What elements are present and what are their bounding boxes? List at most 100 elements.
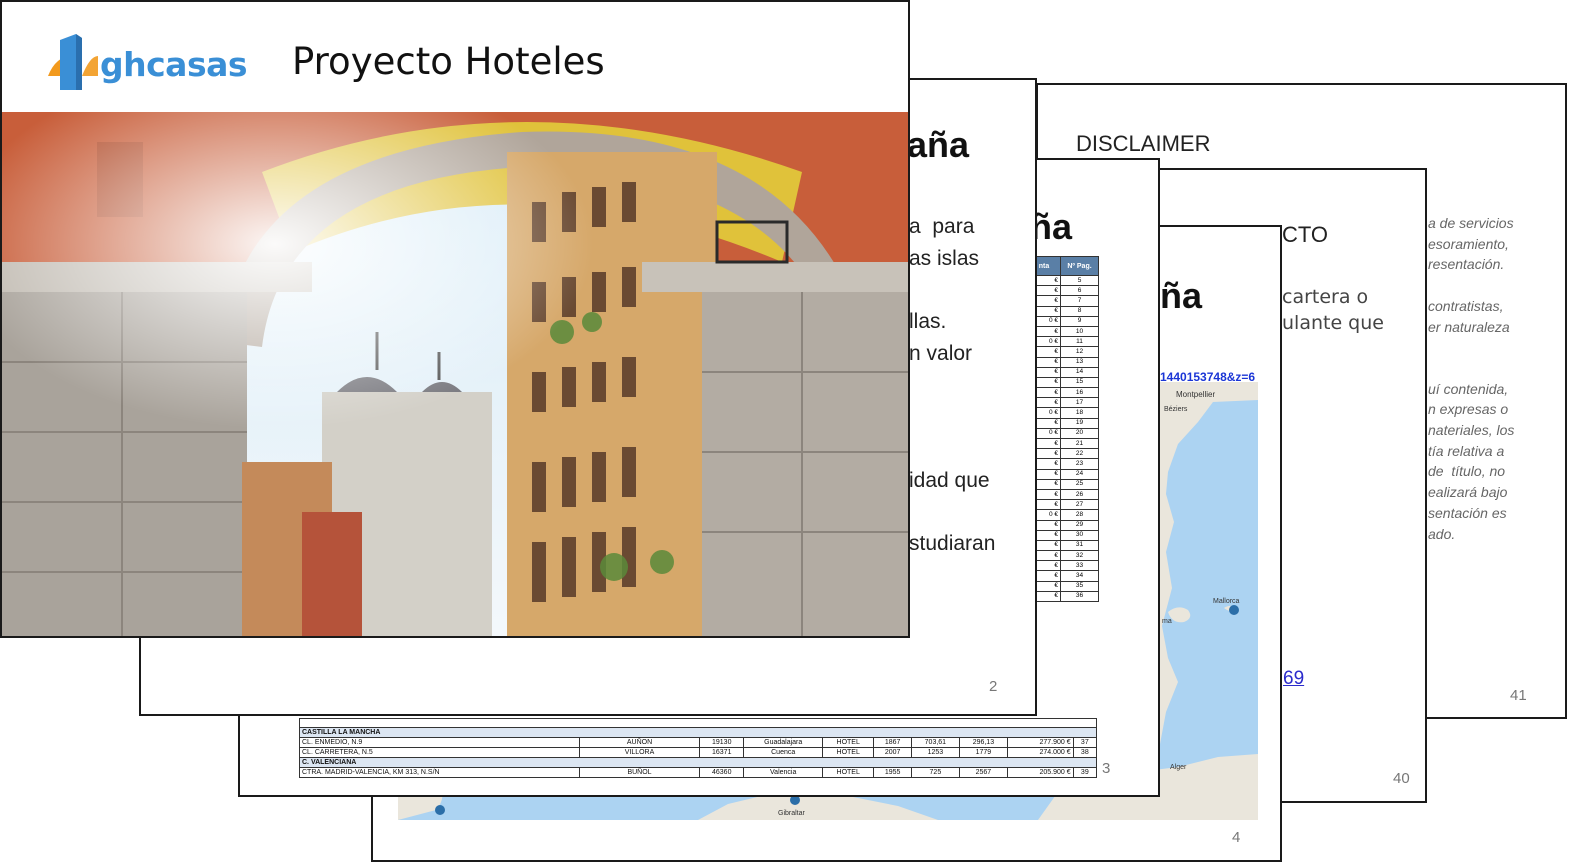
disclaimer-heading: DISCLAIMER — [1076, 131, 1211, 156]
cell-page-number: 17 — [1060, 397, 1099, 409]
slide-1-cover[interactable]: ghcasas Proyecto Hoteles — [0, 0, 910, 638]
index-row: 0 €11 — [1027, 336, 1099, 348]
index-row: €6 — [1027, 285, 1099, 297]
cell-address: CTRA. MADRID-VALENCIA, KM 313, N.S/N — [299, 767, 580, 778]
cell-page-number: 35 — [1060, 580, 1099, 592]
cell-page-number: 25 — [1060, 478, 1099, 490]
cell-year: 2007 — [873, 747, 912, 758]
map-label-montpellier: Montpellier — [1176, 390, 1216, 399]
index-row: €16 — [1027, 387, 1099, 399]
index-row: €29 — [1027, 519, 1099, 531]
cell-price: 277.900 € — [1006, 737, 1074, 748]
index-row: €10 — [1027, 325, 1099, 338]
region-castilla: CASTILLA LA MANCHA — [299, 727, 1097, 738]
slide-title: ña — [1160, 275, 1203, 316]
cell-town: BUÑOL — [579, 767, 700, 778]
slide-text: a para as islas llas. n valor idad que s… — [909, 215, 996, 556]
cover-title: Proyecto Hoteles — [292, 40, 605, 83]
cell-page-number: 16 — [1060, 387, 1099, 399]
cell-page-number: 22 — [1060, 448, 1099, 460]
index-row: €21 — [1027, 437, 1099, 450]
hotel-table: CASTILLA LA MANCHA CL. ENMEDIO, N.9 AUÑO… — [299, 718, 1098, 778]
cell-page-number: 36 — [1060, 590, 1099, 603]
index-row: 0 €18 — [1027, 407, 1099, 419]
cell-type: HOTEL — [821, 737, 875, 748]
logo-wordmark: ghcasas — [100, 45, 248, 84]
index-row: €15 — [1027, 376, 1099, 389]
index-row: €25 — [1027, 478, 1099, 490]
index-row: €5 — [1027, 274, 1099, 287]
cell-year: 1955 — [873, 767, 912, 778]
page-number: 4 — [1232, 829, 1241, 846]
cell-page-number: 14 — [1060, 366, 1099, 378]
index-row: €26 — [1027, 488, 1099, 501]
map-label-gibraltar: Gibraltar — [778, 810, 805, 817]
index-row: €17 — [1027, 397, 1099, 409]
table-row[interactable]: CTRA. MADRID-VALENCIA, KM 313, N.S/N BUÑ… — [299, 767, 1098, 778]
cell-m1: 1253 — [910, 747, 960, 758]
region-valenciana: C. VALENCIANA — [299, 757, 1097, 768]
index-row: €32 — [1027, 550, 1099, 562]
cell-page-number: 9 — [1060, 315, 1099, 327]
cell-address: CL. CARRETERA, N.5 — [299, 747, 580, 758]
cell-page-number: 20 — [1060, 427, 1099, 440]
cell-m2: 296,13 — [958, 737, 1008, 748]
cell-page-number: 33 — [1060, 560, 1099, 572]
contact-link[interactable]: 69 — [1283, 668, 1304, 690]
cell-page-number: 34 — [1060, 570, 1099, 582]
cell-town: VILLORA — [579, 747, 700, 758]
logo-gh: gh — [100, 45, 147, 84]
index-row: €7 — [1027, 295, 1099, 307]
cell-province: Valencia — [743, 767, 823, 778]
index-row: 0 €20 — [1027, 427, 1099, 440]
cell-type: HOTEL — [821, 747, 875, 758]
slide-title: aña — [907, 124, 970, 165]
index-row: €34 — [1027, 570, 1099, 582]
cell-cp: 19130 — [698, 737, 745, 748]
index-row: €24 — [1027, 468, 1099, 480]
cell-page-number: 26 — [1060, 488, 1099, 501]
cell-page-number: 18 — [1060, 407, 1099, 419]
index-row: €19 — [1027, 417, 1099, 429]
cell-page-number: 24 — [1060, 468, 1099, 480]
cell-page-number: 10 — [1060, 325, 1099, 338]
cell-page-number: 32 — [1060, 550, 1099, 562]
cell-page-number: 28 — [1060, 509, 1099, 521]
cell-m2: 1779 — [958, 747, 1008, 758]
cell-page-number: 19 — [1060, 417, 1099, 429]
map-label-mallorca: Mallorca — [1213, 598, 1240, 605]
index-table-grid: nta Nº Pag. €5 €6 €7 €8 0 €9 €10 0 €11 €12 €13 €1… — [1027, 256, 1099, 603]
cell-m2: 2567 — [958, 767, 1008, 778]
cell-page-number: 30 — [1060, 529, 1099, 541]
cell-province: Guadalajara — [743, 737, 823, 748]
cell-province: Cuenca — [743, 747, 823, 758]
column-header-page: Nº Pag. — [1060, 256, 1099, 276]
table-row[interactable]: CL. CARRETERA, N.5 VILLORA 16371 Cuenca … — [299, 747, 1098, 758]
map-label-alger: Alger — [1170, 764, 1187, 771]
cell-m1: 725 — [910, 767, 960, 778]
logo-casas: casas — [146, 45, 248, 84]
table-row[interactable]: CL. ENMEDIO, N.9 AUÑON 19130 Guadalajara… — [299, 737, 1098, 748]
cell-year: 1867 — [873, 737, 912, 748]
cell-price: 274.000 € — [1006, 747, 1074, 758]
cell-cp: 16371 — [698, 747, 745, 758]
slide-text: cartera o ulante que — [1282, 286, 1384, 335]
cell-page-number: 11 — [1060, 336, 1099, 348]
index-row: €13 — [1027, 356, 1099, 368]
index-row: €31 — [1027, 539, 1099, 552]
madrid-plaza-mayor-photo — [2, 112, 908, 636]
index-row: €23 — [1027, 458, 1099, 470]
cell-page-number: 13 — [1060, 356, 1099, 368]
cell-page: 37 — [1072, 737, 1098, 748]
cell-page-number: 29 — [1060, 519, 1099, 531]
cell-page-number: 31 — [1060, 539, 1099, 552]
index-row: €30 — [1027, 529, 1099, 541]
cell-page-number: 23 — [1060, 458, 1099, 470]
cell-page-number: 12 — [1060, 346, 1099, 358]
cell-page: 39 — [1072, 767, 1098, 778]
index-row: €33 — [1027, 560, 1099, 572]
page-number: 3 — [1102, 760, 1111, 777]
cell-page-number: 8 — [1060, 305, 1099, 317]
cell-address: CL. ENMEDIO, N.9 — [299, 737, 580, 748]
cell-cp: 46360 — [698, 767, 745, 778]
